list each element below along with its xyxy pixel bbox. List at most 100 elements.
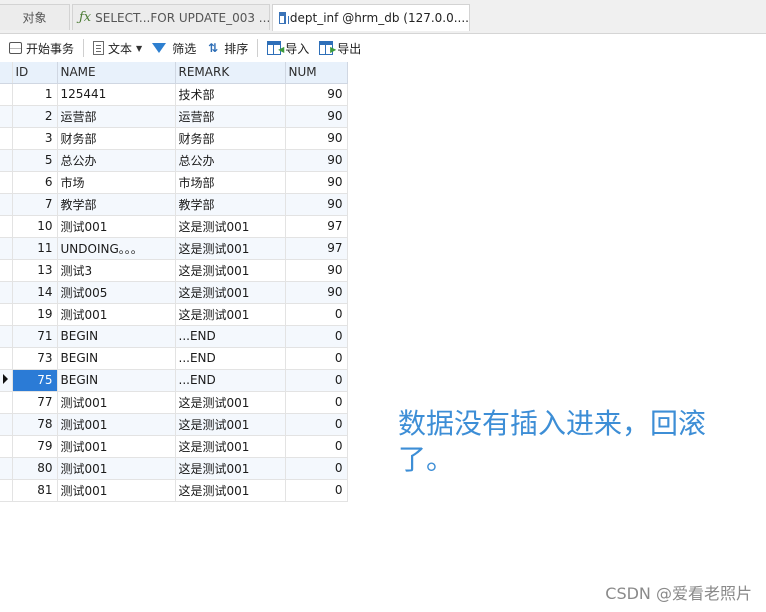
row-selector[interactable] xyxy=(0,149,13,172)
cell-name[interactable]: 总公办 xyxy=(57,149,176,172)
table-row[interactable]: 11 UNDOING。。。 这是测试001 97 xyxy=(0,237,348,260)
table-row[interactable]: 79 测试001 这是测试001 0 xyxy=(0,435,348,458)
row-selector[interactable] xyxy=(0,413,13,436)
cell-id[interactable]: 13 xyxy=(12,259,58,282)
cell-id[interactable]: 81 xyxy=(12,479,58,502)
cell-num[interactable]: 90 xyxy=(285,171,348,194)
table-row[interactable]: 2 运营部 运营部 90 xyxy=(0,105,348,128)
cell-id[interactable]: 5 xyxy=(12,149,58,172)
table-row[interactable]: 10 测试001 这是测试001 97 xyxy=(0,215,348,238)
row-selector[interactable] xyxy=(0,479,13,502)
row-selector[interactable] xyxy=(0,435,13,458)
cell-id[interactable]: 3 xyxy=(12,127,58,150)
row-selector[interactable] xyxy=(0,347,13,370)
table-row[interactable]: 80 测试001 这是测试001 0 xyxy=(0,457,348,480)
chevron-down-icon[interactable]: ▼ xyxy=(136,44,142,53)
cell-id[interactable]: 6 xyxy=(12,171,58,194)
filter-button[interactable]: 筛选 xyxy=(149,37,199,59)
column-header-name[interactable]: NAME xyxy=(57,62,176,84)
row-selector[interactable] xyxy=(0,237,13,260)
row-selector[interactable] xyxy=(0,281,13,304)
table-row[interactable]: 77 测试001 这是测试001 0 xyxy=(0,391,348,414)
cell-id[interactable]: 7 xyxy=(12,193,58,216)
row-selector[interactable] xyxy=(0,303,13,326)
column-header-num[interactable]: NUM xyxy=(285,62,348,84)
cell-remark[interactable]: 财务部 xyxy=(175,127,286,150)
table-row[interactable]: 73 BEGIN ...END 0 xyxy=(0,347,348,370)
cell-remark[interactable]: 这是测试001 xyxy=(175,281,286,304)
cell-remark[interactable]: 这是测试001 xyxy=(175,215,286,238)
cell-name[interactable]: 测试3 xyxy=(57,259,176,282)
cell-id[interactable]: 75 xyxy=(12,369,58,392)
cell-name[interactable]: 测试001 xyxy=(57,435,176,458)
cell-id[interactable]: 19 xyxy=(12,303,58,326)
cell-name[interactable]: BEGIN xyxy=(57,369,176,392)
row-selector[interactable] xyxy=(0,391,13,414)
cell-id[interactable]: 2 xyxy=(12,105,58,128)
cell-remark[interactable]: 这是测试001 xyxy=(175,237,286,260)
cell-id[interactable]: 14 xyxy=(12,281,58,304)
cell-name[interactable]: 测试001 xyxy=(57,413,176,436)
cell-id[interactable]: 71 xyxy=(12,325,58,348)
cell-id[interactable]: 73 xyxy=(12,347,58,370)
cell-name[interactable]: UNDOING。。。 xyxy=(57,237,176,260)
table-row[interactable]: 81 测试001 这是测试001 0 xyxy=(0,479,348,502)
cell-name[interactable]: 测试001 xyxy=(57,479,176,502)
cell-id[interactable]: 77 xyxy=(12,391,58,414)
cell-name[interactable]: 运营部 xyxy=(57,105,176,128)
cell-remark[interactable]: 技术部 xyxy=(175,83,286,106)
cell-name[interactable]: 测试005 xyxy=(57,281,176,304)
table-row[interactable]: 5 总公办 总公办 90 xyxy=(0,149,348,172)
tab-table[interactable]: dept_inf @hrm_db (127.0.0.... xyxy=(272,4,470,31)
begin-transaction-button[interactable]: 开始事务 xyxy=(6,37,77,59)
cell-num[interactable]: 90 xyxy=(285,127,348,150)
cell-remark[interactable]: 这是测试001 xyxy=(175,303,286,326)
cell-id[interactable]: 80 xyxy=(12,457,58,480)
tab-objects[interactable]: 对象 xyxy=(0,4,70,30)
row-selector[interactable] xyxy=(0,215,13,238)
column-header-remark[interactable]: REMARK xyxy=(175,62,286,84)
cell-name[interactable]: 市场 xyxy=(57,171,176,194)
cell-num[interactable]: 0 xyxy=(285,413,348,436)
cell-num[interactable]: 90 xyxy=(285,83,348,106)
table-row[interactable]: 71 BEGIN ...END 0 xyxy=(0,325,348,348)
table-row[interactable]: 14 测试005 这是测试001 90 xyxy=(0,281,348,304)
text-button[interactable]: 文本 ▼ xyxy=(90,37,145,59)
cell-remark[interactable]: 这是测试001 xyxy=(175,391,286,414)
cell-remark[interactable]: ...END xyxy=(175,325,286,348)
row-selector[interactable] xyxy=(0,83,13,106)
cell-num[interactable]: 97 xyxy=(285,237,348,260)
row-selector[interactable] xyxy=(0,457,13,480)
import-button[interactable]: ◀ 导入 xyxy=(264,37,312,59)
cell-num[interactable]: 90 xyxy=(285,149,348,172)
row-selector[interactable] xyxy=(0,369,13,392)
cell-id[interactable]: 78 xyxy=(12,413,58,436)
table-row[interactable]: 19 测试001 这是测试001 0 xyxy=(0,303,348,326)
cell-id[interactable]: 1 xyxy=(12,83,58,106)
cell-num[interactable]: 90 xyxy=(285,259,348,282)
row-selector[interactable] xyxy=(0,105,13,128)
table-row[interactable]: 6 市场 市场部 90 xyxy=(0,171,348,194)
cell-remark[interactable]: ...END xyxy=(175,369,286,392)
table-row[interactable]: 75 BEGIN ...END 0 xyxy=(0,369,348,392)
cell-num[interactable]: 0 xyxy=(285,369,348,392)
table-row[interactable]: 1 125441 技术部 90 xyxy=(0,83,348,106)
cell-remark[interactable]: 市场部 xyxy=(175,171,286,194)
table-row[interactable]: 78 测试001 这是测试001 0 xyxy=(0,413,348,436)
export-button[interactable]: ▶ 导出 xyxy=(316,37,364,59)
cell-id[interactable]: 79 xyxy=(12,435,58,458)
cell-name[interactable]: 教学部 xyxy=(57,193,176,216)
table-row[interactable]: 7 教学部 教学部 90 xyxy=(0,193,348,216)
cell-num[interactable]: 0 xyxy=(285,303,348,326)
sort-button[interactable]: ⇅ 排序 xyxy=(203,37,251,59)
cell-name[interactable]: 测试001 xyxy=(57,391,176,414)
cell-remark[interactable]: 这是测试001 xyxy=(175,259,286,282)
cell-remark[interactable]: 教学部 xyxy=(175,193,286,216)
cell-remark[interactable]: 总公办 xyxy=(175,149,286,172)
cell-num[interactable]: 0 xyxy=(285,479,348,502)
row-selector[interactable] xyxy=(0,127,13,150)
cell-remark[interactable]: 这是测试001 xyxy=(175,435,286,458)
cell-remark[interactable]: 运营部 xyxy=(175,105,286,128)
cell-num[interactable]: 90 xyxy=(285,281,348,304)
cell-num[interactable]: 90 xyxy=(285,193,348,216)
